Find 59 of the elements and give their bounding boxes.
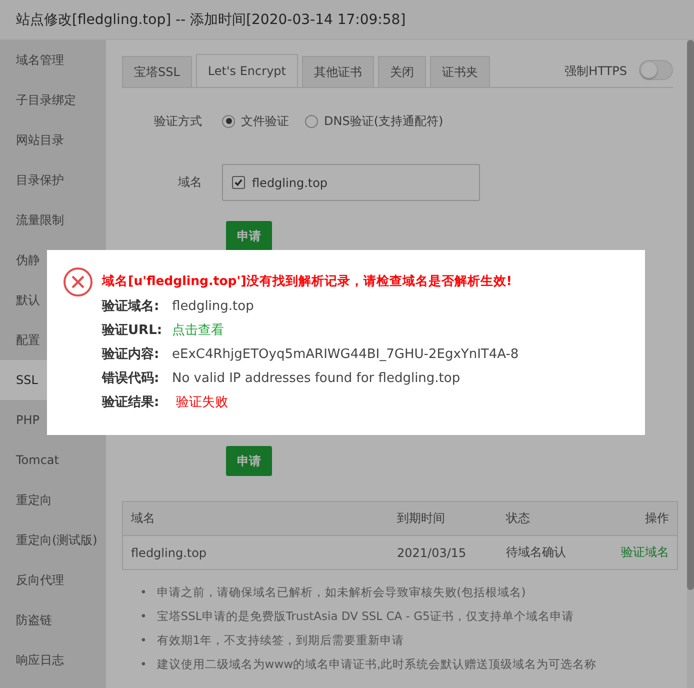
sidebar-item[interactable]: 域名管理 [0, 40, 106, 80]
sidebar-item[interactable]: 流量限制 [0, 200, 106, 240]
radio-label: 文件验证 [241, 112, 289, 130]
table-cell: 待域名确认 [498, 536, 596, 570]
scrollbar-thumb[interactable] [687, 40, 694, 590]
force-https-label: 强制HTTPS [564, 62, 627, 80]
error-message: 域名[u'fledgling.top']没有找到解析记录，请检查域名是否解析生效! [102, 273, 513, 290]
field-label: 验证结果: [102, 394, 160, 412]
sidebar-item[interactable]: 反向代理 [0, 560, 106, 600]
verify-link[interactable]: 验证域名 [621, 545, 669, 559]
view-link[interactable]: 点击查看 [172, 322, 224, 340]
field-label: 域名 [177, 174, 202, 191]
field-value: No valid IP addresses found for fledgling.top [172, 370, 460, 388]
sidebar-item[interactable]: 重定向 [0, 480, 106, 520]
field-label: 错误代码: [102, 370, 160, 388]
radio-option[interactable]: 文件验证 [222, 112, 289, 130]
scrollbar[interactable] [687, 40, 694, 688]
result-value: 验证失败 [175, 394, 228, 412]
tab[interactable]: 证书夹 [430, 56, 490, 87]
column-header: 到期时间 [389, 502, 498, 536]
toggle-switch[interactable] [639, 60, 673, 80]
field-label: 验证域名: [102, 298, 160, 316]
table-cell: 2021/03/15 [389, 536, 498, 570]
tab[interactable]: 宝塔SSL [122, 56, 192, 87]
apply-button[interactable]: 申请 [226, 221, 272, 251]
bullet: • [140, 608, 147, 625]
sidebar-item[interactable]: 响应日志 [0, 640, 106, 680]
column-header: 操作 [595, 502, 678, 536]
note-item: 宝塔SSL申请的是免费版TrustAsia DV SSL CA - G5证书，仅支持单个域名申请 [156, 608, 574, 625]
domain-label: fledgling.top [252, 176, 328, 190]
bullet: • [140, 584, 147, 601]
column-header: 域名 [122, 502, 389, 536]
tab[interactable]: 关闭 [378, 56, 426, 87]
sidebar-item[interactable]: 子目录绑定 [0, 80, 106, 120]
sidebar-item[interactable]: 防盗链 [0, 600, 106, 640]
sidebar-item[interactable]: Tomcat [0, 440, 106, 480]
note-item: 申请之前，请确保域名已解析，如未解析会导致审核失败(包括根域名) [156, 584, 526, 601]
radio-icon[interactable] [305, 114, 318, 128]
bullet: • [140, 656, 147, 673]
table-cell: fledgling.top [122, 536, 389, 570]
apply-button[interactable]: 申请 [226, 446, 272, 476]
window-title: 站点修改[fledgling.top] -- 添加时间[2020-03-14 17:09:58] [16, 10, 406, 28]
checkbox[interactable] [232, 176, 245, 189]
sidebar-item[interactable]: 网站目录 [0, 120, 106, 160]
radio-icon[interactable] [222, 114, 235, 128]
column-header: 状态 [498, 502, 596, 536]
error-icon [63, 267, 93, 297]
note-item: 建议使用二级域名为www的域名申请证书,此时系统会默认赠送顶级域名为可选名称 [156, 656, 597, 673]
field-value: fledgling.top [172, 298, 254, 316]
bullet: • [140, 632, 147, 649]
tab[interactable]: 其他证书 [302, 56, 374, 87]
note-item: 有效期1年，不支持续签，到期后需要重新申请 [156, 632, 404, 649]
sidebar-item[interactable]: 目录保护 [0, 160, 106, 200]
field-label: 验证URL: [102, 322, 164, 340]
field-label: 验证内容: [102, 346, 160, 364]
field-label: 验证方式 [153, 112, 202, 130]
field-value: eExC4RhjgETOyq5mARIWG44BI_7GHU-2EgxYnIT4A-8 [172, 346, 519, 364]
sidebar-item[interactable]: 重定向(测试版) [0, 520, 106, 560]
tab[interactable]: Let's Encrypt [196, 54, 298, 87]
